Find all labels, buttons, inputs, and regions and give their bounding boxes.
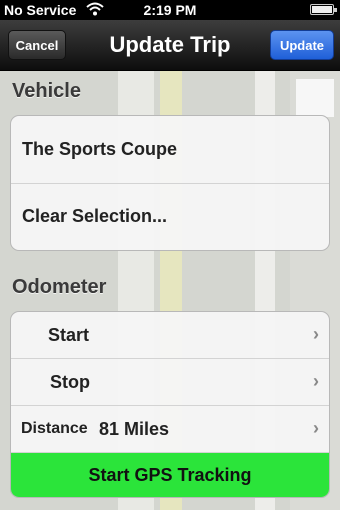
odometer-group: Start › Stop › Distance 81 Miles › Start… — [10, 311, 330, 498]
distance-value: 81 Miles — [99, 419, 170, 439]
odometer-section-header: Odometer — [12, 276, 107, 298]
odometer-start-row[interactable]: Start › — [11, 312, 329, 359]
vehicle-selection-row[interactable]: The Sports Coupe — [11, 116, 329, 184]
start-gps-tracking-button[interactable]: Start GPS Tracking — [11, 453, 329, 497]
battery-icon — [310, 4, 337, 15]
vehicle-section-header: Vehicle — [12, 80, 81, 102]
odometer-stop-row[interactable]: Stop › — [11, 359, 329, 406]
status-bar: No Service 2:19 PM — [0, 0, 340, 20]
trip-form: Vehicle The Sports Coupe Clear Selection… — [0, 71, 340, 510]
chevron-right-icon: › — [313, 324, 319, 344]
update-button[interactable]: Update — [270, 30, 334, 60]
clear-selection-label: Clear Selection... — [22, 206, 168, 226]
chevron-right-icon: › — [313, 371, 319, 391]
chevron-right-icon: › — [313, 418, 319, 438]
navigation-bar: Cancel Update Trip Update — [0, 20, 340, 71]
stop-label: Stop — [50, 372, 90, 392]
clear-selection-row[interactable]: Clear Selection... — [11, 184, 329, 250]
vehicle-name: The Sports Coupe — [22, 139, 178, 159]
odometer-distance-row[interactable]: Distance 81 Miles › — [11, 406, 329, 453]
start-label: Start — [48, 325, 90, 345]
vehicle-group: The Sports Coupe Clear Selection... — [10, 115, 330, 251]
distance-label: Distance — [21, 420, 88, 437]
clock: 2:19 PM — [143, 2, 197, 18]
map-background — [296, 79, 334, 117]
